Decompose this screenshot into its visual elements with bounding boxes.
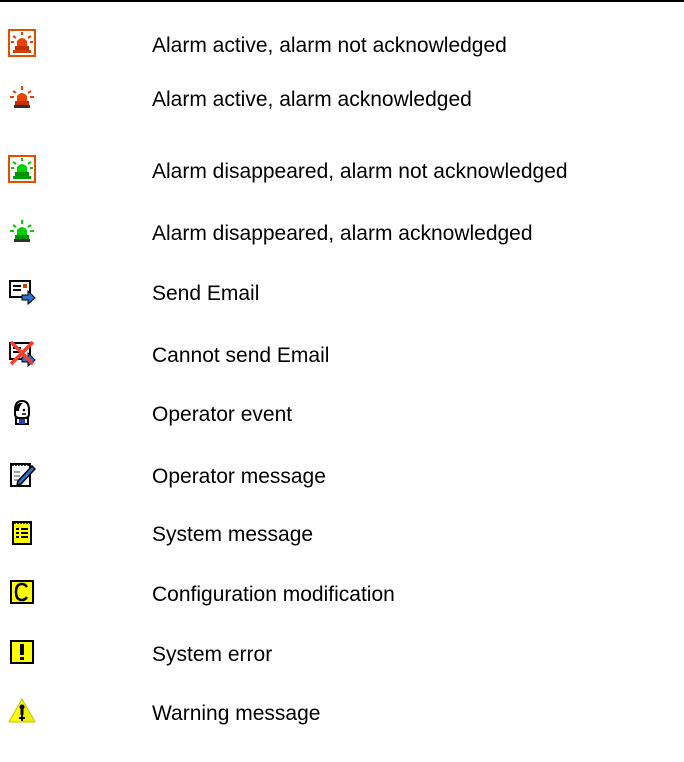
legend-row-cannot-send-email: Cannot send Email — [0, 339, 684, 379]
exclamation-icon — [8, 638, 36, 666]
green-alarm-unacknowledged-icon — [8, 155, 36, 183]
legend-row-configuration-modification: Configuration modification — [0, 578, 684, 618]
legend-label: Operator event — [152, 403, 293, 426]
legend-label: Cannot send Email — [152, 344, 330, 367]
red-alarm-unacknowledged-icon — [8, 29, 36, 57]
legend-row-warning-message: Warning message — [0, 697, 684, 737]
warning-triangle-icon — [8, 697, 36, 725]
legend-row-alarm-disappeared-acknowledged: Alarm disappeared, alarm acknowledged — [0, 217, 684, 257]
legend-label: Alarm active, alarm acknowledged — [152, 88, 472, 111]
legend-row-system-message: System message — [0, 518, 684, 558]
system-notepad-icon — [8, 518, 36, 546]
legend-row-operator-event: Operator event — [0, 398, 684, 438]
configuration-c-icon — [8, 578, 36, 606]
legend-row-system-error: System error — [0, 638, 684, 678]
legend-label: Configuration modification — [152, 583, 395, 606]
legend-row-alarm-active-acknowledged: Alarm active, alarm acknowledged — [0, 83, 684, 123]
legend-label: Alarm disappeared, alarm acknowledged — [152, 222, 533, 245]
top-divider — [0, 0, 684, 2]
email-failed-icon — [8, 339, 36, 367]
legend-row-send-email: Send Email — [0, 277, 684, 317]
notepad-pencil-icon — [8, 460, 36, 488]
legend-label: Alarm active, alarm not acknowledged — [152, 34, 507, 57]
send-email-icon — [8, 277, 36, 305]
legend-label: Operator message — [152, 465, 326, 488]
operator-icon — [8, 398, 36, 426]
legend-row-alarm-active-not-acknowledged: Alarm active, alarm not acknowledged — [0, 29, 684, 69]
green-alarm-acknowledged-icon — [8, 217, 36, 245]
red-alarm-acknowledged-icon — [8, 83, 36, 111]
legend-label: Send Email — [152, 282, 260, 305]
legend-label: Alarm disappeared, alarm not acknowledge… — [152, 160, 568, 183]
legend-label: System message — [152, 523, 314, 546]
legend-label: System error — [152, 643, 273, 666]
legend-row-operator-message: Operator message — [0, 460, 684, 500]
legend-label: Warning message — [152, 702, 321, 725]
legend-row-alarm-disappeared-not-acknowledged: Alarm disappeared, alarm not acknowledge… — [0, 155, 684, 195]
